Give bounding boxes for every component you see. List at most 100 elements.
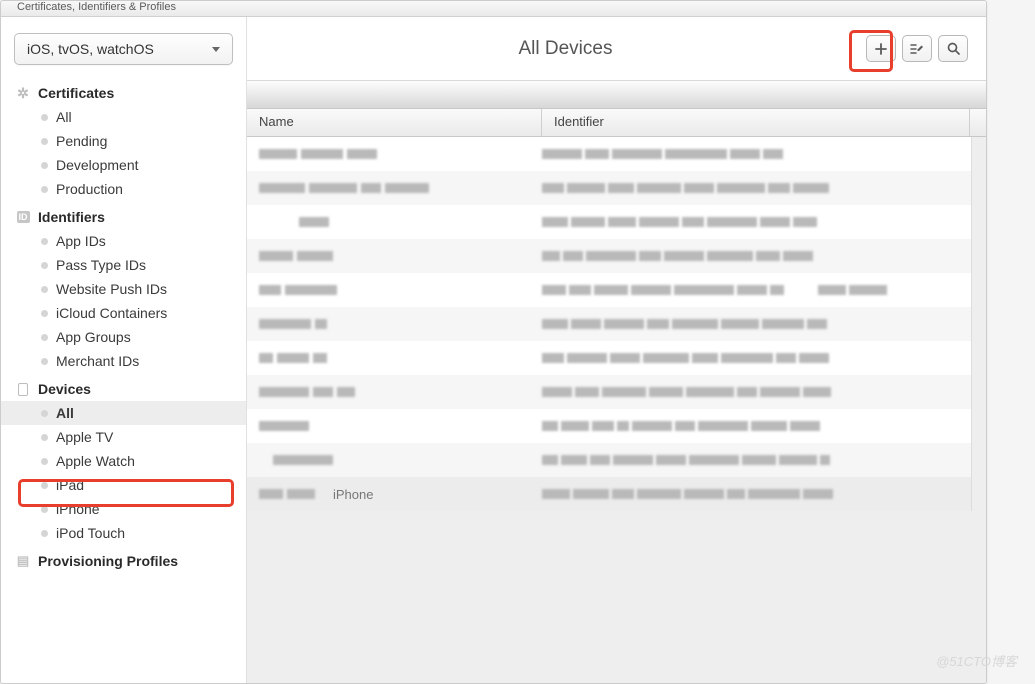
column-identifier[interactable]: Identifier	[542, 109, 970, 136]
sidebar: iOS, tvOS, watchOS ✲CertificatesAllPendi…	[1, 17, 247, 683]
toolbar-spacer	[247, 81, 986, 109]
cell-identifier	[542, 319, 959, 329]
main-panel: All Devices Name Identifier	[247, 17, 986, 683]
cell-name	[259, 285, 542, 295]
table-row[interactable]	[247, 239, 971, 273]
bullet-icon	[41, 310, 48, 317]
cell-identifier	[542, 217, 959, 227]
cell-name	[259, 421, 542, 431]
cell-name	[259, 319, 542, 329]
bullet-icon	[41, 506, 48, 513]
sidebar-item-development[interactable]: Development	[1, 153, 246, 177]
bullet-icon	[41, 114, 48, 121]
cell-identifier	[542, 455, 959, 465]
table-row[interactable]	[247, 273, 971, 307]
bullet-icon	[41, 530, 48, 537]
sidebar-item-label: Website Push IDs	[56, 281, 167, 297]
cell-name	[259, 183, 542, 193]
sidebar-item-label: iPod Touch	[56, 525, 125, 541]
sidebar-item-all[interactable]: All	[1, 105, 246, 129]
section-label: Devices	[38, 381, 91, 397]
sidebar-item-app-ids[interactable]: App IDs	[1, 229, 246, 253]
edit-list-icon	[910, 43, 924, 55]
sidebar-item-label: All	[56, 109, 72, 125]
search-icon	[947, 42, 960, 55]
cell-name	[259, 387, 542, 397]
id-badge-icon: ID	[17, 211, 30, 223]
add-button[interactable]	[866, 35, 896, 62]
sidebar-item-label: Development	[56, 157, 139, 173]
sidebar-item-pending[interactable]: Pending	[1, 129, 246, 153]
sidebar-item-label: Merchant IDs	[56, 353, 139, 369]
section-label: Identifiers	[38, 209, 105, 225]
cell-name	[259, 149, 542, 159]
cell-identifier	[542, 251, 959, 261]
toolbar	[866, 35, 968, 62]
cell-identifier	[542, 353, 959, 363]
cell-identifier	[542, 149, 959, 159]
sidebar-item-label: Apple TV	[56, 429, 113, 445]
table-row[interactable]	[247, 205, 971, 239]
sidebar-item-iphone[interactable]: iPhone	[1, 497, 246, 521]
cell-name: iPhone	[259, 487, 542, 502]
section-label: Certificates	[38, 85, 114, 101]
sidebar-item-merchant-ids[interactable]: Merchant IDs	[1, 349, 246, 373]
table-row[interactable]	[247, 307, 971, 341]
sidebar-item-label: iCloud Containers	[56, 305, 167, 321]
table-row[interactable]	[247, 375, 971, 409]
bullet-icon	[41, 262, 48, 269]
device-type-label: iPhone	[333, 487, 373, 502]
bullet-icon	[41, 162, 48, 169]
sidebar-item-pass-type-ids[interactable]: Pass Type IDs	[1, 253, 246, 277]
sidebar-item-label: Pending	[56, 133, 107, 149]
cell-name	[259, 455, 542, 465]
bullet-icon	[41, 458, 48, 465]
sidebar-item-apple-watch[interactable]: Apple Watch	[1, 449, 246, 473]
bullet-icon	[41, 138, 48, 145]
sidebar-item-ipad[interactable]: iPad	[1, 473, 246, 497]
sidebar-item-label: Production	[56, 181, 123, 197]
cell-name	[259, 251, 542, 261]
title-bar: Certificates, Identifiers & Profiles	[1, 1, 986, 17]
section-label: Provisioning Profiles	[38, 553, 178, 569]
sidebar-item-ipod-touch[interactable]: iPod Touch	[1, 521, 246, 545]
sidebar-item-app-groups[interactable]: App Groups	[1, 325, 246, 349]
chevron-down-icon	[212, 47, 220, 52]
plus-icon	[875, 43, 887, 55]
sidebar-item-icloud-containers[interactable]: iCloud Containers	[1, 301, 246, 325]
sidebar-item-apple-tv[interactable]: Apple TV	[1, 425, 246, 449]
sidebar-item-all[interactable]: All	[1, 401, 246, 425]
column-name[interactable]: Name	[247, 109, 542, 136]
table-row[interactable]	[247, 137, 971, 171]
bullet-icon	[41, 434, 48, 441]
table-row[interactable]: iPhone	[247, 477, 971, 511]
page-title: All Devices	[265, 38, 866, 60]
cell-identifier	[542, 183, 959, 193]
cell-name	[259, 217, 542, 227]
cell-identifier	[542, 285, 959, 295]
table-row[interactable]	[247, 409, 971, 443]
cell-identifier	[542, 489, 959, 499]
search-button[interactable]	[938, 35, 968, 62]
platform-dropdown-label: iOS, tvOS, watchOS	[27, 41, 154, 57]
bullet-icon	[41, 482, 48, 489]
bullet-icon	[41, 186, 48, 193]
platform-dropdown[interactable]: iOS, tvOS, watchOS	[14, 33, 233, 65]
device-icon	[18, 383, 28, 396]
sidebar-item-website-push-ids[interactable]: Website Push IDs	[1, 277, 246, 301]
table-row[interactable]	[247, 341, 971, 375]
app-window: Certificates, Identifiers & Profiles iOS…	[0, 0, 987, 684]
bullet-icon	[41, 238, 48, 245]
sidebar-item-label: App IDs	[56, 233, 106, 249]
bullet-icon	[41, 358, 48, 365]
sidebar-item-production[interactable]: Production	[1, 177, 246, 201]
document-icon: ▤	[17, 553, 29, 569]
sidebar-item-label: Apple Watch	[56, 453, 135, 469]
table-row[interactable]	[247, 443, 971, 477]
sidebar-section-devices: Devices	[1, 373, 246, 401]
sidebar-item-label: App Groups	[56, 329, 131, 345]
table-row[interactable]	[247, 171, 971, 205]
device-table: iPhone	[247, 137, 972, 511]
edit-list-button[interactable]	[902, 35, 932, 62]
watermark: @51CTO博客	[936, 651, 1017, 670]
